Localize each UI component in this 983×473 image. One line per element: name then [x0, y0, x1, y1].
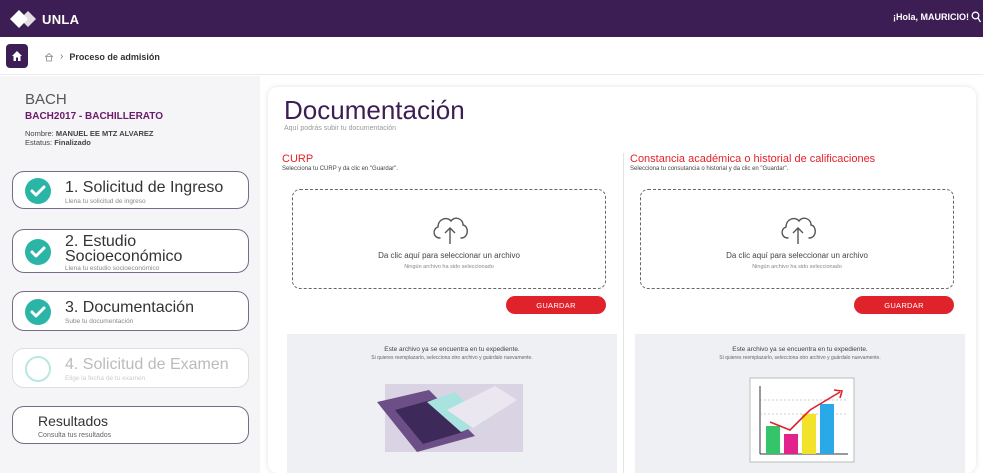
program-name: BACH2017 - BACHILLERATO [25, 111, 163, 122]
check-icon [25, 299, 51, 325]
chevron-right-icon: › [60, 51, 64, 62]
step-documentacion[interactable]: 3. Documentación Sube tu documentación [12, 291, 249, 331]
file-preview: Este archivo ya se encuentra en tu exped… [287, 334, 617, 473]
step-solicitud-ingreso[interactable]: 1. Solicitud de Ingreso Llena tu solicit… [12, 171, 249, 209]
student-name: MANUEL EE MTZ ALVAREZ [55, 129, 154, 138]
page-subtitle: Aquí podrás subir tu documentación [284, 125, 397, 132]
results-button[interactable]: Resultados Consulta tus resultados [12, 406, 249, 444]
cloud-upload-icon [781, 217, 816, 244]
save-button[interactable]: GUARDAR [506, 296, 606, 314]
document-illustration [377, 384, 523, 452]
file-status: Este archivo ya se encuentra en tu exped… [384, 346, 520, 353]
home-icon [12, 51, 22, 61]
file-dropzone[interactable]: Da clic aquí para seleccionar un archivo… [292, 189, 606, 289]
app-logo[interactable]: UNLA [8, 8, 79, 30]
step-title: 1. Solicitud de Ingreso [65, 179, 224, 196]
document-title: Constancia académica o historial de cali… [630, 153, 876, 165]
file-status: Este archivo ya se encuentra en tu exped… [732, 346, 868, 353]
dropzone-label: Da clic aquí para seleccionar un archivo [378, 251, 520, 260]
breadcrumb-current: Proceso de admisión [69, 51, 160, 62]
document-instructions: Selecciona tu CURP y da clic en "Guardar… [282, 166, 398, 172]
page-title: Documentación [284, 95, 465, 125]
cloud-upload-icon [433, 217, 468, 244]
status-label: Estatus: [25, 138, 53, 147]
column-divider [623, 153, 624, 473]
check-icon [25, 239, 51, 265]
file-dropzone[interactable]: Da clic aquí para seleccionar un archivo… [640, 189, 954, 289]
home-button[interactable] [6, 44, 28, 68]
file-hint: Si quieres reemplazarlo, selecciona otro… [719, 355, 881, 361]
step-solicitud-examen[interactable]: 4. Solicitud de Examen Elige la fecha de… [12, 348, 249, 388]
document-instructions: Selecciona tu consutancia o historial y … [630, 166, 789, 172]
document-constancia: Constancia académica o historial de cali… [630, 153, 970, 473]
student-info: Nombre: MANUEL EE MTZ ALVAREZ Estatus: F… [25, 129, 154, 147]
save-button[interactable]: GUARDAR [854, 296, 954, 314]
results-subtitle: Consulta tus resultados [38, 432, 112, 439]
file-hint: Si quieres reemplazarlo, selecciona otro… [371, 355, 533, 361]
student-name-label: Nombre: [25, 129, 54, 138]
search-icon[interactable] [971, 11, 981, 23]
step-subtitle: Llena tu solicitud de ingreso [65, 198, 146, 205]
dropzone-status: Ningún archivo ha sido seleccionado [752, 264, 842, 270]
step-title: 4. Solicitud de Examen [65, 356, 229, 373]
breadcrumb: › Proceso de admisión [44, 51, 160, 62]
status-value: Finalizado [54, 138, 91, 147]
documentation-card: Documentación Aquí podrás subir tu docum… [268, 87, 976, 473]
step-estudio-socioeconomico[interactable]: 2. Estudio Socioeconómico Llena tu estud… [12, 229, 249, 273]
step-title: 3. Documentación [65, 299, 194, 316]
dropzone-label: Da clic aquí para seleccionar un archivo [726, 251, 868, 260]
app-name: UNLA [42, 11, 80, 27]
results-title: Resultados [38, 413, 109, 429]
top-bar: UNLA ¡Hola, MAURICIO! [0, 0, 983, 37]
breadcrumb-bar: › Proceso de admisión [0, 37, 983, 75]
step-subtitle: Elige la fecha de tu examen [65, 375, 146, 382]
document-curp: CURP Selecciona tu CURP y da clic en "Gu… [282, 153, 622, 473]
file-preview: Este archivo ya se encuentra en tu exped… [635, 334, 965, 473]
program-code: BACH [25, 91, 67, 108]
unla-logo-icon [10, 10, 36, 28]
house-icon[interactable] [44, 52, 54, 62]
dropzone-status: Ningún archivo ha sido seleccionado [404, 264, 494, 270]
check-icon [25, 178, 51, 204]
step-subtitle: Llena tu estudio socioeconómico [65, 265, 160, 272]
step-subtitle: Sube tu documentación [65, 318, 134, 325]
step-title-line2: Socioeconómico [65, 248, 183, 265]
sidebar: BACH BACH2017 - BACHILLERATO Nombre: MAN… [0, 76, 260, 473]
user-greeting[interactable]: ¡Hola, MAURICIO! [893, 12, 969, 22]
chart-illustration [749, 377, 855, 463]
pending-circle-icon [25, 356, 51, 382]
document-title: CURP [282, 153, 314, 165]
